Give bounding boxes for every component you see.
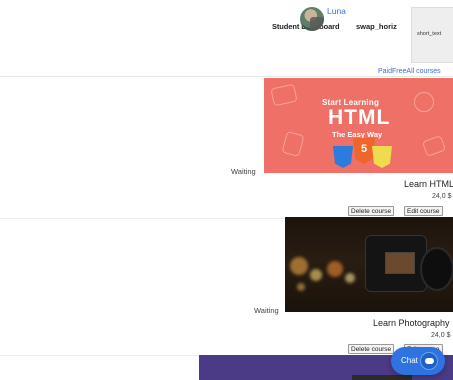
camera-screen (385, 252, 415, 274)
doodle-shape (421, 135, 447, 157)
swap-horiz-icon[interactable]: swap_horiz (356, 22, 397, 31)
course-thumbnail-html[interactable]: Start Learning HTML The Easy Way 5 (264, 78, 453, 173)
bokeh-light (345, 273, 355, 283)
thumbnail-text-html: HTML (328, 106, 391, 129)
js-shield-icon (372, 146, 392, 168)
course-price: 24,0 $ (432, 193, 452, 200)
course-title[interactable]: Learn HTML (404, 179, 453, 189)
filter-free-link[interactable]: Free (392, 68, 406, 75)
course-thumbnail-photography[interactable] (285, 217, 453, 312)
bokeh-light (327, 261, 343, 277)
bokeh-light (310, 269, 322, 281)
html5-shield-icon: 5 (353, 138, 375, 164)
chat-button[interactable]: Chat (391, 347, 445, 375)
thumbnail-detail (352, 375, 412, 380)
course-filter-links: PaidFreeAll courses (378, 68, 441, 75)
camera-lens (420, 247, 453, 291)
user-avatar[interactable] (300, 7, 324, 31)
filter-paid-link[interactable]: Paid (378, 68, 392, 75)
bokeh-light (297, 283, 305, 291)
chat-bubble-icon (420, 352, 438, 370)
course-status: Waiting (231, 167, 256, 176)
delete-course-button[interactable]: Delete course (348, 206, 395, 216)
css3-shield-icon (333, 146, 353, 168)
course-price: 24,0 $ (431, 332, 451, 339)
course-status: Waiting (254, 306, 279, 315)
edit-course-button[interactable]: Edit course (404, 206, 443, 216)
doodle-shape (414, 92, 434, 112)
divider (0, 76, 453, 77)
avatar-photo-detail (310, 17, 324, 31)
chat-label: Chat (401, 356, 418, 365)
course-title[interactable]: Learn Photography (373, 318, 450, 328)
doodle-shape (281, 131, 305, 157)
doodle-shape (270, 83, 298, 107)
short-text-icon: short_text (417, 31, 442, 37)
filter-all-courses-link[interactable]: All courses (406, 68, 440, 75)
user-name-link[interactable]: Luna (327, 6, 346, 16)
bokeh-light (290, 257, 308, 275)
thumbnail-text-easy-way: The Easy Way (332, 130, 383, 139)
delete-course-button[interactable]: Delete course (348, 344, 395, 354)
